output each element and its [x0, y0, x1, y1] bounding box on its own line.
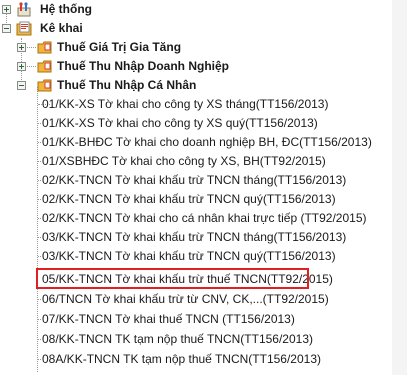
collapse-minus-icon[interactable]: [17, 81, 26, 90]
tree-node-label: Thuế Giá Trị Gia Tăng: [57, 40, 182, 54]
tree-item-label: 01/KK-BHĐC Tờ khai cho doanh nghiệp BH, …: [42, 135, 372, 149]
form-item-07-kk-tncn[interactable]: 07/KK-TNCN Tờ khai thuế TNCN (TT156/2013…: [0, 310, 390, 329]
tree-item-label: 01/XSBHĐC Tờ khai cho công ty XS, BH(TT9…: [42, 154, 326, 168]
tree-line: [38, 359, 41, 360]
tree-line: [38, 123, 41, 124]
folder-form-icon: [16, 21, 32, 36]
tree-line: [38, 218, 41, 219]
form-item-06-tncn[interactable]: 06/TNCN Tờ khai khấu trừ từ CNV, CK,...(…: [0, 290, 390, 309]
form-item-08a-kk-tncn[interactable]: 08A/KK-TNCN TK tạm nộp thuế TNCN(TT156/2…: [0, 350, 390, 369]
tree-node-label: Thuế Thu Nhập Doanh Nghiệp: [57, 59, 229, 73]
tree-item-label: 07/KK-TNCN Tờ khai thuế TNCN (TT156/2013…: [42, 312, 295, 326]
tree-line: [38, 142, 41, 143]
form-item-01-xsbhdc[interactable]: 01/XSBHĐC Tờ khai cho công ty XS, BH(TT9…: [0, 152, 390, 171]
tree-item-label: 02/KK-TNCN Tờ khai khấu trừ TNCN quý(TT1…: [42, 192, 336, 206]
tree-line: [38, 237, 41, 238]
form-item-02-kk-tncn-thang[interactable]: 02/KK-TNCN Tờ khai khấu trừ TNCN tháng(T…: [0, 171, 390, 190]
tree-item-label: 08A/KK-TNCN TK tạm nộp thuế TNCN(TT156/2…: [42, 352, 321, 366]
form-item-03-kk-tncn-thang[interactable]: 03/KK-TNCN Tờ khai khấu trừ TNCN tháng(T…: [0, 228, 390, 247]
settings-tools-icon: [17, 2, 31, 17]
tree-node-label: Hệ thống: [40, 2, 92, 16]
tree-line: [38, 339, 41, 340]
form-item-02-kk-tncn-quy[interactable]: 02/KK-TNCN Tờ khai khấu trừ TNCN quý(TT1…: [0, 190, 390, 209]
tree-item-label: 03/KK-TNCN Tờ khai khấu trừ TNCN tháng(T…: [42, 230, 347, 244]
form-item-01-kk-xs-quy[interactable]: 01/KK-XS Tờ khai cho công ty XS quý(TT15…: [0, 114, 390, 133]
collapse-minus-icon[interactable]: [2, 24, 11, 33]
form-item-03-kk-tncn-quy[interactable]: 03/KK-TNCN Tờ khai khấu trừ TNCN quý(TT1…: [0, 247, 390, 266]
tree-line: [38, 256, 41, 257]
tree-line: [38, 319, 41, 320]
tax-declaration-tree: Hệ thống Kê khai Thuế Giá Trị Gia Tăng T…: [0, 0, 407, 375]
tree-node-thue-tncn[interactable]: Thuế Thu Nhập Cá Nhân: [0, 76, 390, 95]
vertical-scrollbar[interactable]: [392, 0, 407, 375]
tree-item-label: 03/KK-TNCN Tờ khai khấu trừ TNCN quý(TT1…: [42, 249, 336, 263]
expand-plus-icon[interactable]: [17, 62, 26, 71]
folder-icon: [37, 41, 52, 54]
highlight-box: [36, 268, 309, 289]
tree-node-ke-khai[interactable]: Kê khai: [0, 19, 390, 38]
tree-line: [38, 199, 41, 200]
tree-item-label: 01/KK-XS Tờ khai cho công ty XS tháng(TT…: [42, 97, 329, 111]
tree-node-he-thong[interactable]: Hệ thống: [0, 0, 390, 19]
tree-item-label: 06/TNCN Tờ khai khấu trừ từ CNV, CK,...(…: [42, 292, 329, 306]
form-item-01-kk-bhdc[interactable]: 01/KK-BHĐC Tờ khai cho doanh nghiệp BH, …: [0, 133, 390, 152]
folder-icon: [37, 60, 52, 73]
form-item-08-kk-tncn[interactable]: 08/KK-TNCN TK tạm nộp thuế TNCN(TT156/20…: [0, 330, 390, 349]
expand-plus-icon[interactable]: [17, 43, 26, 52]
tree-line: [38, 161, 41, 162]
form-item-02-kk-tncn-truc-tiep[interactable]: 02/KK-TNCN Tờ khai cho cá nhân khai trực…: [0, 209, 390, 228]
tree-item-label: 02/KK-TNCN Tờ khai cho cá nhân khai trực…: [42, 211, 367, 225]
tree-node-label: Thuế Thu Nhập Cá Nhân: [57, 78, 197, 92]
tree-item-label: 01/KK-XS Tờ khai cho công ty XS quý(TT15…: [42, 116, 318, 130]
tree-node-thue-gtgt[interactable]: Thuế Giá Trị Gia Tăng: [0, 38, 390, 57]
form-item-01-kk-xs-thang[interactable]: 01/KK-XS Tờ khai cho công ty XS tháng(TT…: [0, 95, 390, 114]
expand-plus-icon[interactable]: [2, 5, 11, 14]
tree-item-label: 02/KK-TNCN Tờ khai khấu trừ TNCN tháng(T…: [42, 173, 347, 187]
tree-item-label: 08/KK-TNCN TK tạm nộp thuế TNCN(TT156/20…: [42, 332, 313, 346]
folder-open-icon: [37, 79, 52, 92]
tree-line: [38, 299, 41, 300]
tree-node-label: Kê khai: [40, 21, 83, 35]
tree-node-thue-tndn[interactable]: Thuế Thu Nhập Doanh Nghiệp: [0, 57, 390, 76]
tree-line: [38, 180, 41, 181]
